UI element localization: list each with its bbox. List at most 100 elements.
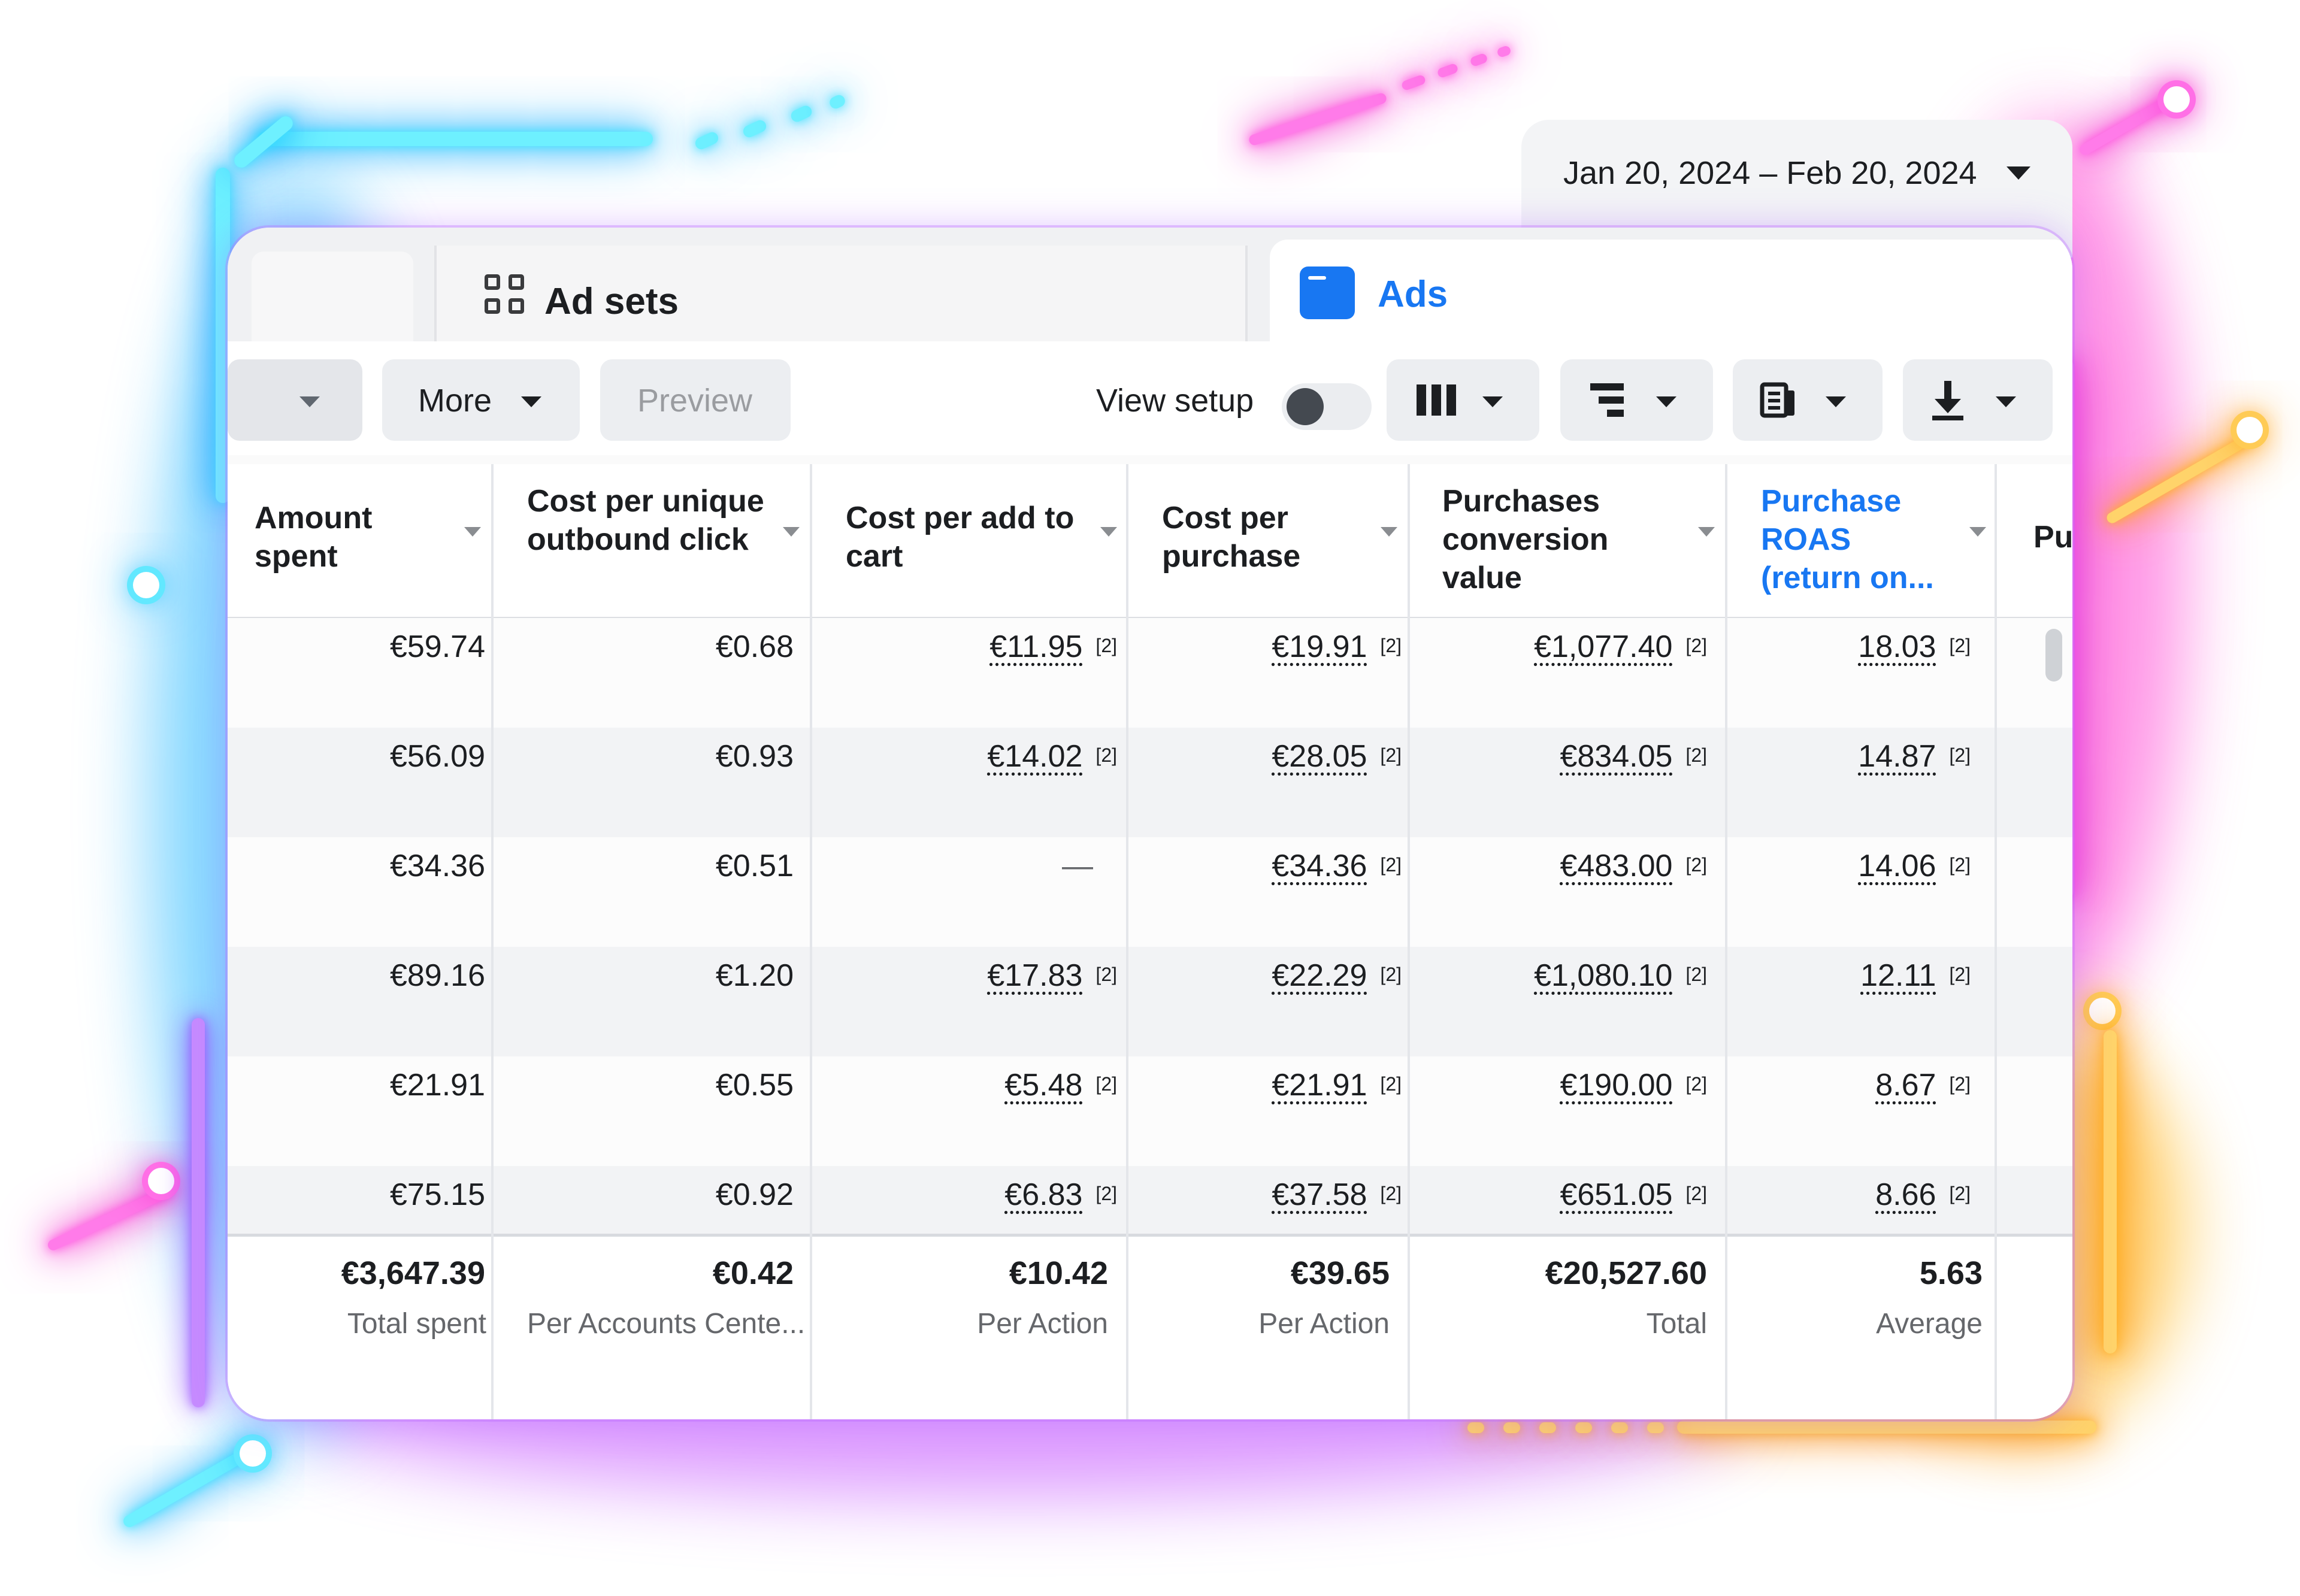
attribution-note-marker[interactable]: [2] bbox=[1380, 854, 1402, 876]
tab-ads[interactable]: Ads bbox=[1270, 240, 2072, 341]
attribution-note-marker[interactable]: [2] bbox=[1380, 635, 1402, 657]
chevron-down-icon bbox=[1826, 396, 1846, 407]
table-cell: 14.06 [2] bbox=[1755, 848, 1971, 884]
total-cost-per-click: €0.42 bbox=[712, 1255, 794, 1291]
breakdown-button[interactable] bbox=[1560, 359, 1713, 441]
sort-caret-icon[interactable] bbox=[1698, 527, 1715, 537]
cell-value[interactable]: €1,077.40 bbox=[1534, 629, 1672, 664]
column-header-purchase-roas[interactable]: Purchase ROAS (return on... bbox=[1761, 482, 1959, 597]
sort-caret-icon[interactable] bbox=[1100, 527, 1117, 537]
tab-campaigns[interactable] bbox=[252, 252, 413, 341]
attribution-note-marker[interactable]: [2] bbox=[1685, 964, 1707, 986]
cell-value[interactable]: €11.95 bbox=[989, 629, 1082, 664]
column-divider[interactable] bbox=[1126, 464, 1128, 1419]
cell-value[interactable]: €34.36 bbox=[1272, 849, 1367, 883]
total-amount-spent: €3,647.39 bbox=[341, 1255, 485, 1291]
tab-ad-sets[interactable]: Ad sets bbox=[434, 246, 1248, 341]
column-divider[interactable] bbox=[1995, 464, 1997, 1419]
column-header-truncated[interactable]: Pu bbox=[2033, 518, 2072, 556]
total-conversion-value-label: Total bbox=[1646, 1308, 1707, 1340]
table-cell: €21.91 [2] bbox=[1186, 1067, 1402, 1103]
column-header-cost-per-add-to-cart[interactable]: Cost per add to cart bbox=[846, 499, 1097, 576]
cell-value[interactable]: 8.67 bbox=[1875, 1068, 1936, 1103]
cell-value[interactable]: €21.91 bbox=[1272, 1068, 1367, 1103]
columns-button[interactable] bbox=[1387, 359, 1539, 441]
cell-value[interactable]: €17.83 bbox=[987, 958, 1082, 993]
cell-value[interactable]: €22.29 bbox=[1272, 958, 1367, 993]
attribution-note-marker[interactable]: [2] bbox=[1095, 1183, 1117, 1205]
cell-value[interactable]: €14.02 bbox=[987, 739, 1082, 774]
cell-value: €59.74 bbox=[389, 629, 485, 664]
total-cost-per-purchase-label: Per Action bbox=[1258, 1308, 1390, 1340]
cell-value: €0.55 bbox=[715, 1068, 794, 1103]
cell-value[interactable]: 8.66 bbox=[1875, 1177, 1936, 1212]
column-header-purchases-conversion-value[interactable]: Purchases conversion value bbox=[1442, 482, 1670, 597]
cell-value: €75.15 bbox=[389, 1177, 485, 1212]
sort-caret-icon[interactable] bbox=[783, 527, 800, 537]
column-header-cost-per-purchase[interactable]: Cost per purchase bbox=[1162, 499, 1366, 576]
cell-value[interactable]: €651.05 bbox=[1560, 1177, 1672, 1212]
attribution-note-marker[interactable]: [2] bbox=[1949, 744, 1971, 767]
reports-icon bbox=[1760, 381, 1798, 422]
attribution-note-marker[interactable]: [2] bbox=[1685, 744, 1707, 767]
vertical-scrollbar[interactable] bbox=[2045, 629, 2062, 682]
sort-caret-icon[interactable] bbox=[1969, 527, 1986, 537]
column-divider[interactable] bbox=[1725, 464, 1727, 1419]
attribution-note-marker[interactable]: [2] bbox=[1685, 1183, 1707, 1205]
attribution-note-marker[interactable]: [2] bbox=[1949, 964, 1971, 986]
sort-caret-icon[interactable] bbox=[464, 527, 481, 537]
column-divider[interactable] bbox=[1408, 464, 1410, 1419]
column-divider[interactable] bbox=[810, 464, 812, 1419]
cell-value[interactable]: €5.48 bbox=[1004, 1068, 1082, 1103]
export-button[interactable] bbox=[1903, 359, 2053, 441]
cell-value[interactable]: €190.00 bbox=[1560, 1068, 1672, 1103]
attribution-note-marker[interactable]: [2] bbox=[1380, 964, 1402, 986]
cell-value[interactable]: €37.58 bbox=[1272, 1177, 1367, 1212]
edit-dropdown-button[interactable] bbox=[228, 359, 362, 441]
view-setup-toggle[interactable] bbox=[1282, 383, 1372, 430]
table-row[interactable]: €56.09 €0.93 €14.02 [2] €28.05 [2] €834.05 [2] 1… bbox=[228, 728, 2072, 837]
cell-value[interactable]: 18.03 bbox=[1858, 629, 1936, 664]
chevron-down-icon bbox=[1656, 396, 1676, 407]
more-button[interactable]: More bbox=[382, 359, 580, 441]
cell-value[interactable]: 14.06 bbox=[1858, 849, 1936, 883]
column-divider[interactable] bbox=[491, 464, 494, 1419]
cell-value[interactable]: 12.11 bbox=[1860, 958, 1936, 993]
attribution-note-marker[interactable]: [2] bbox=[1095, 635, 1117, 657]
attribution-note-marker[interactable]: [2] bbox=[1380, 1073, 1402, 1095]
chevron-down-icon bbox=[1482, 396, 1503, 407]
attribution-note-marker[interactable]: [2] bbox=[1949, 1183, 1971, 1205]
attribution-note-marker[interactable]: [2] bbox=[1685, 854, 1707, 876]
table-row[interactable]: €34.36 €0.51 — €34.36 [2] €483.00 [2] 14.06 [2] bbox=[228, 837, 2072, 947]
attribution-note-marker[interactable]: [2] bbox=[1095, 1073, 1117, 1095]
attribution-note-marker[interactable]: [2] bbox=[1380, 744, 1402, 767]
total-cost-per-add-to-cart: €10.42 bbox=[1009, 1255, 1108, 1291]
cell-value[interactable]: €483.00 bbox=[1560, 849, 1672, 883]
attribution-note-marker[interactable]: [2] bbox=[1095, 964, 1117, 986]
cell-value[interactable]: €6.83 bbox=[1004, 1177, 1082, 1212]
total-amount-spent-label: Total spent bbox=[347, 1308, 486, 1340]
attribution-note-marker[interactable]: [2] bbox=[1380, 1183, 1402, 1205]
table-row[interactable]: €59.74 €0.68 €11.95 [2] €19.91 [2] €1,077.40 [2… bbox=[228, 618, 2072, 728]
cell-value[interactable]: 14.87 bbox=[1858, 739, 1936, 774]
column-header-amount-spent[interactable]: Amount spent bbox=[255, 499, 452, 576]
sort-caret-icon[interactable] bbox=[1381, 527, 1397, 537]
cell-value[interactable]: €19.91 bbox=[1272, 629, 1367, 664]
attribution-note-marker[interactable]: [2] bbox=[1949, 1073, 1971, 1095]
reports-button[interactable] bbox=[1733, 359, 1883, 441]
chevron-down-icon bbox=[1996, 396, 2016, 407]
attribution-note-marker[interactable]: [2] bbox=[1095, 744, 1117, 767]
preview-button[interactable]: Preview bbox=[600, 359, 791, 441]
cell-value[interactable]: €28.05 bbox=[1272, 739, 1367, 774]
column-header-cost-per-unique-outbound-click[interactable]: Cost per unique outbound click bbox=[527, 482, 779, 559]
table-row[interactable]: €21.91 €0.55 €5.48 [2] €21.91 [2] €190.00 [2] 8.… bbox=[228, 1056, 2072, 1166]
attribution-note-marker[interactable]: [2] bbox=[1949, 635, 1971, 657]
attribution-note-marker[interactable]: [2] bbox=[1685, 635, 1707, 657]
chevron-down-icon[interactable] bbox=[2007, 166, 2030, 180]
attribution-note-marker[interactable]: [2] bbox=[1685, 1073, 1707, 1095]
cell-value[interactable]: €834.05 bbox=[1560, 739, 1672, 774]
table-row[interactable]: €89.16 €1.20 €17.83 [2] €22.29 [2] €1,080.10 [2… bbox=[228, 947, 2072, 1056]
cell-value[interactable]: €1,080.10 bbox=[1534, 958, 1672, 993]
attribution-note-marker[interactable]: [2] bbox=[1949, 854, 1971, 876]
table-cell: €1,080.10 [2] bbox=[1491, 958, 1707, 994]
